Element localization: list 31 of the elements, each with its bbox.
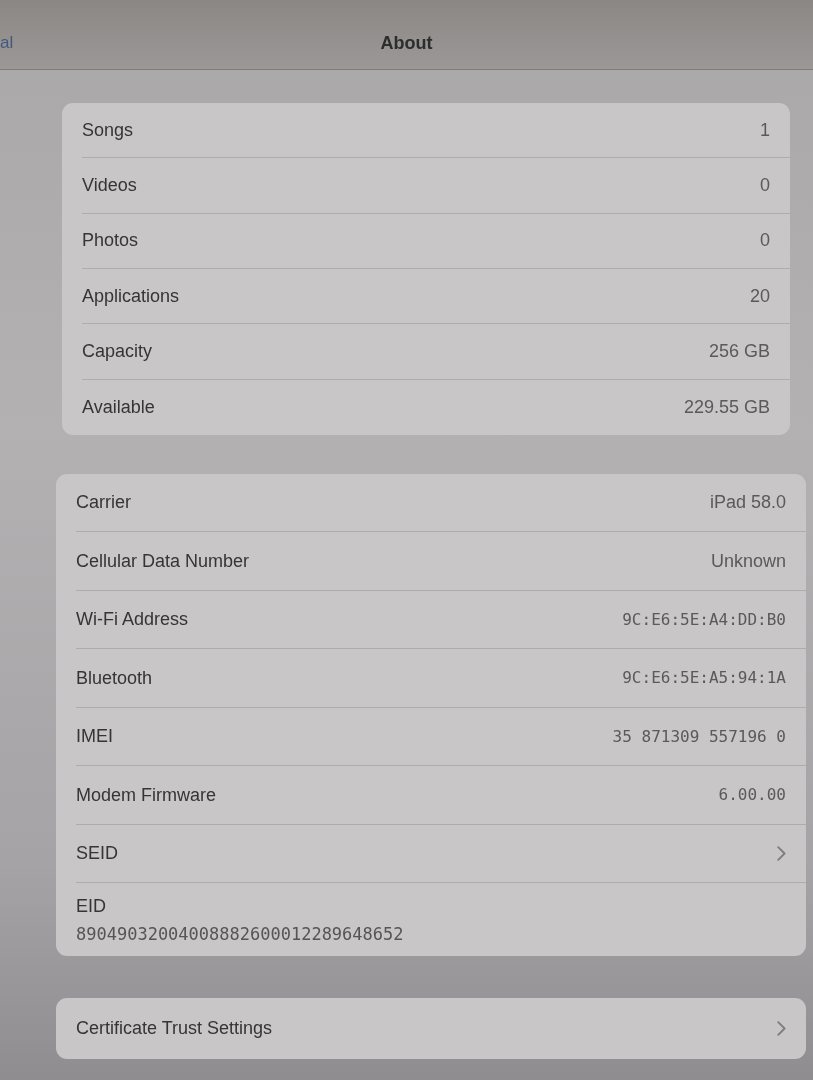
- row-value: iPad 58.0: [709, 491, 786, 515]
- row-label: Applications: [82, 284, 180, 308]
- chevron-right-icon: [777, 1021, 786, 1037]
- row-label: Cellular Data Number: [76, 549, 250, 573]
- row-value: 9C:E6:5E:A5:94:1A: [622, 667, 786, 690]
- page-title: About: [380, 33, 433, 55]
- chevron-right-icon: [777, 846, 786, 862]
- row-value: 229.55 GB: [683, 395, 770, 419]
- row-label: Photos: [82, 229, 139, 253]
- row-value: 9C:E6:5E:A4:DD:B0: [622, 608, 786, 631]
- row-value: 20: [749, 284, 770, 308]
- row-label: Songs: [82, 118, 134, 142]
- row-value: 89049032004008882600012289648652: [76, 922, 404, 946]
- row-value: 35 871309 557196 0: [612, 725, 786, 748]
- row-label: EID: [76, 894, 106, 918]
- row-label: Carrier: [76, 491, 131, 515]
- row-value: 6.00.00: [718, 784, 786, 807]
- row-label: Videos: [82, 174, 137, 198]
- settings-link-row[interactable]: Certificate Trust Settings: [76, 998, 806, 1060]
- row-value: 1: [760, 118, 770, 142]
- row-value: 0: [760, 174, 770, 198]
- settings-link-row[interactable]: SEID: [76, 824, 806, 884]
- row-value: Unknown: [710, 549, 786, 573]
- row-label: Available: [82, 395, 155, 419]
- row-label: Capacity: [82, 339, 153, 363]
- row-label: Bluetooth: [76, 666, 153, 690]
- row-value: 0: [760, 229, 770, 253]
- row-label: IMEI: [76, 725, 113, 749]
- row-value: 256 GB: [708, 339, 770, 363]
- row-label: Modem Firmware: [76, 783, 217, 807]
- row-label: Wi-Fi Address: [76, 608, 189, 632]
